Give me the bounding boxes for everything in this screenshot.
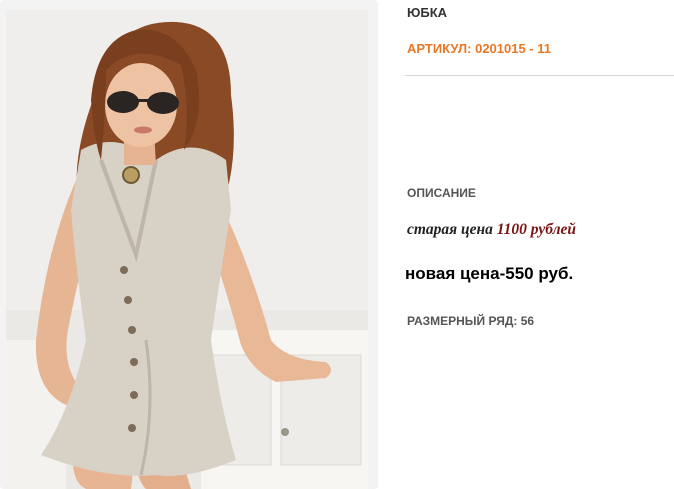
old-price: старая цена 1100 рублей: [407, 221, 576, 239]
description-heading: ОПИСАНИЕ: [407, 186, 476, 200]
size-range: РАЗМЕРНЫЙ РЯД: 56: [407, 314, 535, 328]
product-photo-frame: [0, 0, 378, 489]
divider: [405, 75, 674, 76]
product-photo[interactable]: [6, 10, 368, 489]
product-sku: АРТИКУЛ: 0201015 - 11: [407, 41, 551, 56]
old-price-label: старая цена: [407, 221, 493, 238]
new-price: новая цена-550 руб.: [405, 264, 574, 283]
product-title: ЮБКА: [407, 5, 448, 20]
old-price-value: 1100 рублей: [496, 221, 577, 238]
